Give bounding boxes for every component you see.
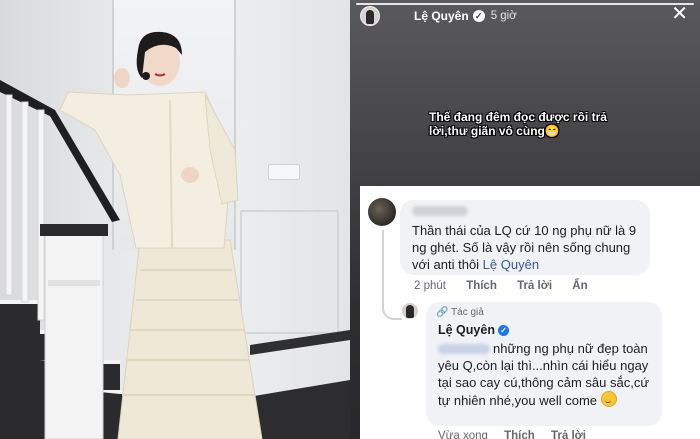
blurred-commenter-name xyxy=(412,206,468,216)
comment-actions: 2 phút Thích Trả lời Ẩn xyxy=(414,280,605,292)
reply-thread-line xyxy=(382,230,402,320)
story-panel: Lệ Quyên ✓ 5 giờ ✕ Thế đang đêm đọc được… xyxy=(350,0,700,439)
author-tag: 🔗 Tác giả xyxy=(436,307,484,318)
comment-time: 2 phút xyxy=(414,280,446,292)
reply-reply-button[interactable]: Trả lời xyxy=(551,430,586,439)
comment-text: Thần thái của LQ cứ 10 ng phụ nữ là 9 ng… xyxy=(412,222,644,273)
reply-time: Vừa xong xyxy=(438,430,488,439)
reply-avatar xyxy=(402,303,418,319)
fb-verified-icon: ✓ xyxy=(497,325,509,336)
smiley-emoji-icon xyxy=(600,391,617,407)
photo-panel xyxy=(0,0,350,439)
reply-author-name[interactable]: Lệ Quyên ✓ xyxy=(438,323,509,337)
reply-actions: Vừa xong Thích Trả lời xyxy=(438,430,599,439)
story-avatar[interactable] xyxy=(360,6,380,26)
comment-mention: Lệ Quyên xyxy=(482,257,540,272)
blurred-mention xyxy=(438,344,490,354)
verified-badge-icon: ✓ xyxy=(472,10,485,22)
story-caption: Thế đang đêm đọc được rồi trả lời,thư gi… xyxy=(429,110,607,138)
story-progress-bar xyxy=(356,3,694,5)
staircase-and-person-illustration xyxy=(0,31,350,439)
story-header: Lệ Quyên ✓ 5 giờ xyxy=(360,6,517,26)
story-time: 5 giờ xyxy=(490,10,517,22)
close-icon[interactable]: ✕ xyxy=(671,4,688,24)
reply-like-button[interactable]: Thích xyxy=(504,430,535,439)
reply-text: những ng phụ nữ đẹp toàn yêu Q,còn lại t… xyxy=(438,340,654,409)
reply-bubble: 🔗 Tác giả Lệ Quyên ✓ những ng phụ nữ đẹp … xyxy=(426,302,662,426)
commenter-avatar xyxy=(368,198,396,226)
comment-bubble: Thần thái của LQ cứ 10 ng phụ nữ là 9 ng… xyxy=(400,200,650,275)
comment-reply-button[interactable]: Trả lời xyxy=(517,280,552,292)
story-username[interactable]: Lệ Quyên xyxy=(414,9,469,23)
comment-screenshot: Thần thái của LQ cứ 10 ng phụ nữ là 9 ng… xyxy=(360,186,700,439)
reply-author-label: Lệ Quyên xyxy=(438,323,495,337)
comment-hide-button[interactable]: Ẩn xyxy=(572,280,587,292)
comment-like-button[interactable]: Thích xyxy=(466,280,497,292)
